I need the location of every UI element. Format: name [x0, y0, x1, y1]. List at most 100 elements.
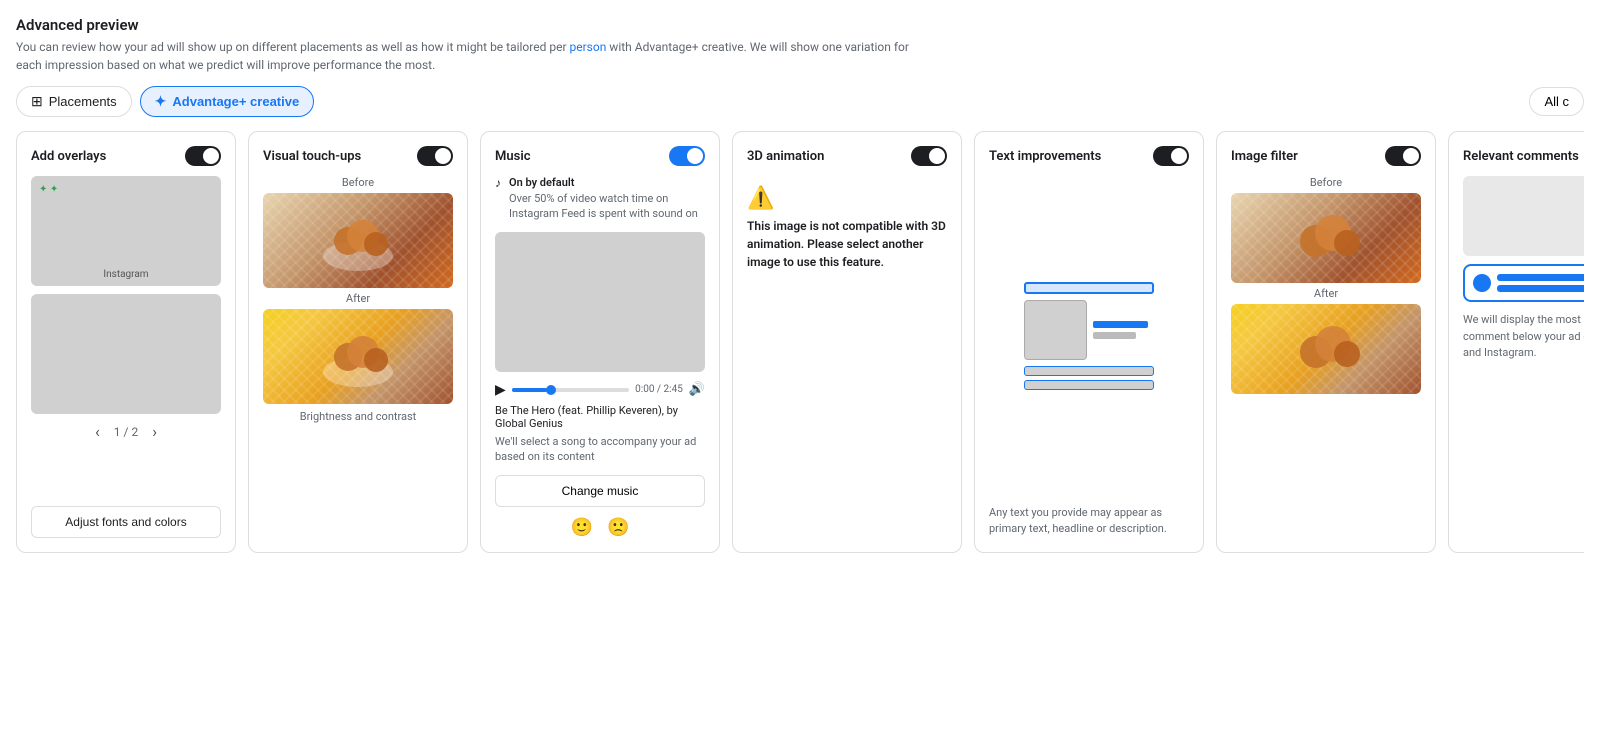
person-link[interactable]: person — [569, 40, 606, 54]
music-title: Music — [495, 149, 530, 164]
on-by-default-row: ♪ On by default Over 50% of video watch … — [495, 176, 705, 230]
volume-icon[interactable]: 🔊 — [689, 382, 705, 397]
adjust-fonts-button[interactable]: Adjust fonts and colors — [31, 506, 221, 538]
on-by-default-block: On by default Over 50% of video watch ti… — [509, 176, 705, 230]
placements-icon: ⊞ — [31, 93, 43, 110]
comment-bubble — [1463, 264, 1584, 302]
touchups-toggle[interactable] — [417, 146, 453, 166]
after-label-touchups: After — [263, 292, 453, 305]
text-improvements-desc: Any text you provide may appear as prima… — [989, 505, 1189, 538]
image-filter-title: Image filter — [1231, 149, 1298, 164]
ui-bar-bottom2 — [1024, 380, 1154, 390]
3d-toggle[interactable] — [911, 146, 947, 166]
card-header-touchups: Visual touch-ups — [263, 146, 453, 166]
card-3d-animation: 3D animation ⚠️ This image is not compat… — [732, 131, 962, 553]
card-visual-touchups: Visual touch-ups Before After — [248, 131, 468, 553]
progress-dot — [546, 385, 556, 395]
song-title: Be The Hero (feat. Phillip Keveren), by … — [495, 404, 705, 430]
warning-bold: This image is not compatible with 3D ani… — [747, 219, 946, 269]
ui-mockup — [1024, 282, 1154, 390]
card-header-text: Text improvements — [989, 146, 1189, 166]
card-header-overlays: Add overlays — [31, 146, 221, 166]
card-music: Music ♪ On by default Over 50% of video … — [480, 131, 720, 553]
fruit-placeholder — [263, 193, 453, 288]
filter-toggle[interactable] — [1385, 146, 1421, 166]
ba-caption: Brightness and contrast — [263, 410, 453, 423]
card-header-filter: Image filter — [1231, 146, 1421, 166]
warning-icon: ⚠️ — [747, 186, 774, 211]
tab-advantage[interactable]: ✦ Advantage+ creative — [140, 86, 315, 117]
relevant-desc: We will display the most relevant commen… — [1463, 312, 1584, 362]
play-button[interactable]: ▶ — [495, 382, 506, 398]
next-arrow[interactable]: › — [152, 422, 157, 441]
comment-line-2 — [1497, 285, 1584, 292]
advantage-label: Advantage+ creative — [172, 94, 299, 109]
filter-before-image — [1231, 193, 1421, 283]
comment-text-lines — [1497, 274, 1584, 292]
overlay-preview-bottom — [31, 294, 221, 414]
progress-fill — [512, 388, 547, 392]
header-desc-text1: You can review how your ad will show up … — [16, 40, 569, 54]
card-header-3d: 3D animation — [747, 146, 947, 166]
after-image — [263, 309, 453, 404]
before-image — [263, 193, 453, 288]
fruit-filter-before — [1231, 193, 1421, 283]
before-label-filter: Before — [1231, 176, 1421, 189]
change-music-button[interactable]: Change music — [495, 475, 705, 507]
on-by-default-label: On by default — [509, 176, 705, 189]
time-display: 0:00 / 2:45 — [635, 384, 683, 395]
ui-content-box — [1024, 300, 1087, 360]
card-header-music: Music — [495, 146, 705, 166]
warning-text: This image is not compatible with 3D ani… — [747, 217, 947, 271]
comment-line-1 — [1497, 274, 1584, 281]
nav-row: ‹ 1 / 2 › — [31, 422, 221, 441]
music-video-preview — [495, 232, 705, 372]
text-toggle[interactable] — [1153, 146, 1189, 166]
thumbs-up-icon[interactable]: 🙂 — [571, 517, 593, 538]
fruit-svg-before — [318, 206, 398, 276]
fruit-placeholder-after — [263, 309, 453, 404]
tab-bar: ⊞ Placements ✦ Advantage+ creative All c — [16, 86, 1584, 117]
green-corner-icon: ✦ ✦ — [39, 184, 58, 195]
overlays-toggle[interactable] — [185, 146, 221, 166]
fruit-filter-before-svg — [1281, 201, 1371, 276]
thumbs-down-icon[interactable]: 🙁 — [607, 517, 629, 538]
prev-arrow[interactable]: ‹ — [95, 422, 100, 441]
touchups-title: Visual touch-ups — [263, 149, 361, 164]
music-player: ▶ 0:00 / 2:45 🔊 — [495, 382, 705, 398]
nav-page: 1 / 2 — [114, 425, 138, 439]
overlay-preview-top: ✦ ✦ Instagram — [31, 176, 221, 286]
ui-line-1 — [1093, 321, 1148, 328]
3d-title: 3D animation — [747, 149, 824, 164]
ui-main-row — [1024, 300, 1154, 360]
ui-bar-top — [1024, 282, 1154, 294]
text-improvements-title: Text improvements — [989, 149, 1101, 164]
card-text-improvements: Text improvements — [974, 131, 1204, 553]
header: Advanced preview You can review how your… — [16, 16, 1584, 74]
after-label-filter: After — [1231, 287, 1421, 300]
progress-bar[interactable] — [512, 388, 629, 392]
all-button[interactable]: All c — [1529, 87, 1584, 116]
card-add-overlays: Add overlays ✦ ✦ Instagram ‹ 1 / 2 › Adj… — [16, 131, 236, 553]
cards-row: Add overlays ✦ ✦ Instagram ‹ 1 / 2 › Adj… — [16, 131, 1584, 569]
placements-label: Placements — [49, 94, 117, 109]
ui-line-2 — [1093, 332, 1136, 339]
advantage-icon: ✦ — [155, 93, 167, 110]
comment-avatar — [1473, 274, 1491, 292]
on-by-default-desc: Over 50% of video watch time on Instagra… — [509, 191, 705, 222]
header-description: You can review how your ad will show up … — [16, 38, 916, 74]
tab-placements[interactable]: ⊞ Placements — [16, 86, 132, 117]
instagram-label: Instagram — [103, 269, 148, 280]
warning-box: ⚠️ This image is not compatible with 3D … — [747, 176, 947, 281]
card-image-filter: Image filter Before After — [1216, 131, 1436, 553]
fruit-filter-after-svg — [1281, 312, 1371, 387]
card-relevant-comments: Relevant comments We will display the mo… — [1448, 131, 1584, 553]
fruit-filter-after — [1231, 304, 1421, 394]
music-toggle[interactable] — [669, 146, 705, 166]
ui-bar-bottom1 — [1024, 366, 1154, 376]
card-header-comments: Relevant comments — [1463, 146, 1584, 166]
filter-after-image — [1231, 304, 1421, 394]
text-improvements-preview — [989, 176, 1189, 497]
song-desc: We'll select a song to accompany your ad… — [495, 434, 705, 465]
feedback-icons: 🙂 🙁 — [495, 517, 705, 538]
